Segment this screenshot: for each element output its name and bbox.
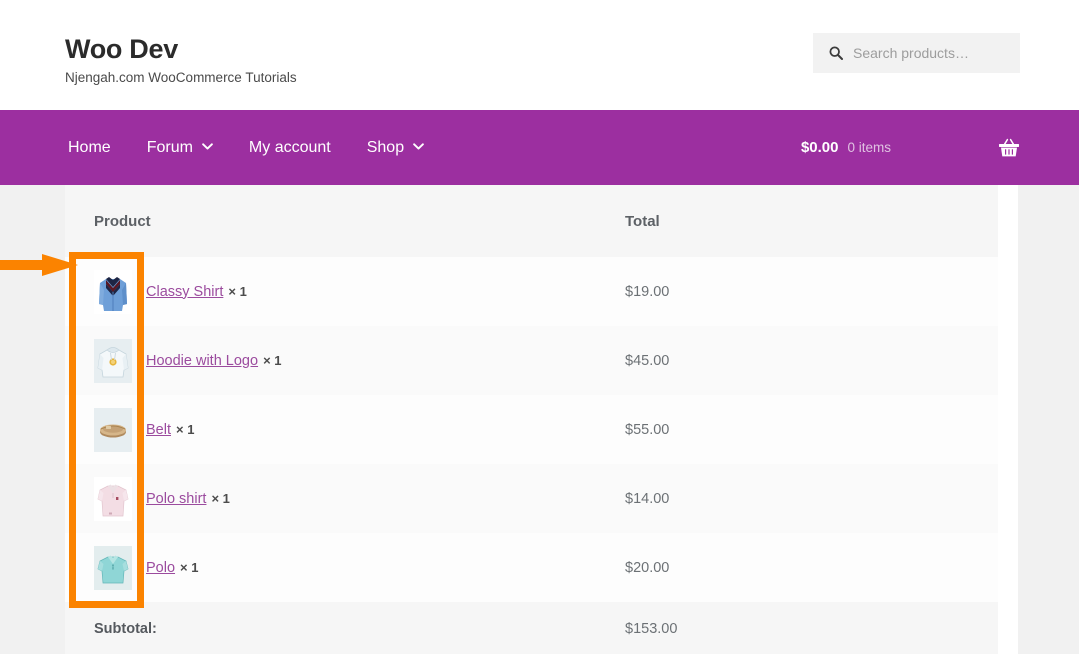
product-search-box[interactable] bbox=[813, 33, 1020, 73]
cart-item-total-value: $45.00 bbox=[625, 352, 670, 369]
cart-item-name-link[interactable]: Polo bbox=[146, 560, 175, 576]
cart-item-name-link[interactable]: Belt bbox=[146, 422, 171, 438]
cart-item-product-cell: Classy Shirt × 1 bbox=[65, 257, 625, 326]
cart-item-name-link[interactable]: Polo shirt bbox=[146, 491, 206, 507]
cart-table-header-row: Product Total bbox=[65, 185, 998, 257]
cart-subtotal-value-cell: $153.00 bbox=[625, 602, 998, 654]
cart-item-quantity: × 1 bbox=[211, 491, 230, 506]
cart-item-count: 0 items bbox=[847, 140, 891, 155]
cart-subtotal-label-cell: Subtotal: bbox=[65, 602, 625, 654]
site-header: Woo Dev Njengah.com WooCommerce Tutorial… bbox=[0, 0, 1079, 110]
cart-item-row: Polo shirt × 1 $14.00 bbox=[65, 464, 998, 533]
nav-item-forum[interactable]: Forum bbox=[147, 139, 213, 157]
cart-item-total: $20.00 bbox=[625, 533, 998, 602]
column-header-product: Product bbox=[65, 185, 625, 257]
nav-item-label: Forum bbox=[146, 138, 193, 156]
cart-item-name-link[interactable]: Classy Shirt bbox=[146, 284, 223, 300]
search-icon bbox=[829, 46, 843, 60]
shopping-basket-icon[interactable] bbox=[998, 138, 1020, 158]
cart-item-product-cell: Belt × 1 bbox=[65, 395, 625, 464]
teal-polo-thumb[interactable] bbox=[94, 545, 132, 590]
nav-item-label: Shop bbox=[366, 138, 405, 156]
blue-dress-shirt-thumb[interactable] bbox=[94, 269, 132, 314]
cart-item-quantity: × 1 bbox=[180, 560, 199, 575]
cart-summary[interactable]: $0.00 0 items bbox=[801, 110, 1020, 185]
cart-item-product-cell: Polo shirt × 1 bbox=[65, 464, 625, 533]
search-input[interactable] bbox=[853, 45, 1013, 61]
cart-item-total-value: $20.00 bbox=[625, 559, 670, 576]
cart-item-row: Hoodie with Logo × 1 $45.00 bbox=[65, 326, 998, 395]
brown-belt-thumb[interactable] bbox=[94, 407, 132, 452]
cart-item-row: Polo × 1 $20.00 bbox=[65, 533, 998, 602]
cart-item-total: $45.00 bbox=[625, 326, 998, 395]
cart-item-total: $19.00 bbox=[625, 257, 998, 326]
cart-item-total-value: $19.00 bbox=[625, 283, 670, 300]
site-branding[interactable]: Woo Dev Njengah.com WooCommerce Tutorial… bbox=[65, 33, 297, 87]
grey-hoodie-thumb[interactable] bbox=[94, 338, 132, 383]
cart-item-name-link[interactable]: Hoodie with Logo bbox=[146, 353, 258, 369]
column-header-total: Total bbox=[625, 185, 998, 257]
chevron-down-icon bbox=[202, 142, 213, 153]
page-root: Woo Dev Njengah.com WooCommerce Tutorial… bbox=[0, 0, 1079, 654]
nav-item-label: Home bbox=[68, 138, 111, 156]
cart-item-product-cell: Polo × 1 bbox=[65, 533, 625, 602]
cart-item-quantity: × 1 bbox=[263, 353, 282, 368]
cart-content-area: Product Total Classy Shirt × 1 $19.00 Ho… bbox=[65, 185, 1018, 654]
nav-menu: Home Forum My account Shop bbox=[68, 110, 460, 185]
cart-item-row: Classy Shirt × 1 $19.00 bbox=[65, 257, 998, 326]
cart-item-product-cell: Hoodie with Logo × 1 bbox=[65, 326, 625, 395]
site-title: Woo Dev bbox=[65, 34, 178, 64]
cart-item-total-value: $55.00 bbox=[625, 421, 670, 438]
cart-item-total: $14.00 bbox=[625, 464, 998, 533]
subtotal-value: $153.00 bbox=[625, 621, 678, 637]
nav-item-home[interactable]: Home bbox=[68, 139, 111, 157]
nav-item-my-account[interactable]: My account bbox=[249, 139, 331, 157]
cart-table-body: Classy Shirt × 1 $19.00 Hoodie with Logo… bbox=[65, 257, 998, 654]
cart-table-head: Product Total bbox=[65, 185, 998, 257]
shop-cart-table: Product Total Classy Shirt × 1 $19.00 Ho… bbox=[65, 185, 998, 654]
primary-navigation-bar: Home Forum My account Shop $0.00 0 items bbox=[0, 110, 1079, 185]
nav-item-shop[interactable]: Shop bbox=[367, 139, 424, 157]
cart-item-row: Belt × 1 $55.00 bbox=[65, 395, 998, 464]
cart-subtotal-row: Subtotal: $153.00 bbox=[65, 602, 998, 654]
cart-total-amount: $0.00 bbox=[800, 139, 839, 156]
chevron-down-icon bbox=[413, 142, 424, 153]
cart-item-quantity: × 1 bbox=[228, 284, 247, 299]
cart-item-quantity: × 1 bbox=[176, 422, 195, 437]
cart-item-total: $55.00 bbox=[625, 395, 998, 464]
site-tagline: Njengah.com WooCommerce Tutorials bbox=[65, 70, 297, 85]
nav-item-label: My account bbox=[248, 138, 331, 156]
subtotal-label: Subtotal: bbox=[94, 621, 157, 637]
pink-polo-thumb[interactable] bbox=[94, 476, 132, 521]
cart-item-total-value: $14.00 bbox=[625, 490, 670, 507]
